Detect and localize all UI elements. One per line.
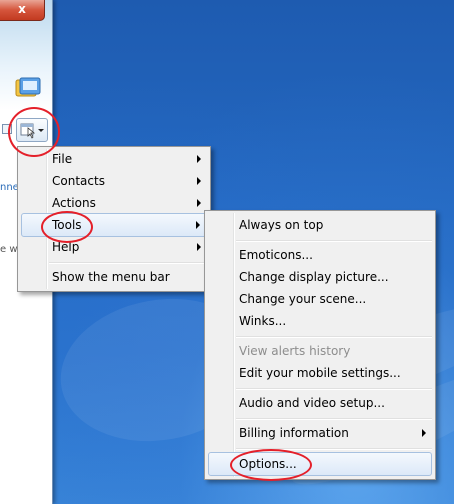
submenu-arrow-icon	[197, 199, 201, 207]
menu-item-view-alerts-history: View alerts history	[208, 340, 432, 362]
menu-item-change-display-picture[interactable]: Change display picture...	[208, 266, 432, 288]
menu-item-label: Show the menu bar	[52, 270, 170, 284]
submenu-arrow-icon	[422, 429, 426, 437]
menu-item-label: Change your scene...	[239, 292, 367, 306]
menu-item-winks[interactable]: Winks...	[208, 310, 432, 332]
menu-item-billing-information[interactable]: Billing information	[208, 422, 432, 444]
menu-item-label: View alerts history	[239, 344, 351, 358]
menu-item-edit-mobile-settings[interactable]: Edit your mobile settings...	[208, 362, 432, 384]
side-text-link[interactable]: nne	[0, 182, 19, 193]
messenger-icon	[14, 76, 42, 100]
menu-item-actions[interactable]: Actions	[21, 192, 207, 214]
menu-item-label: Contacts	[52, 174, 105, 188]
annotation-circle-options	[230, 449, 312, 481]
menu-item-audio-video-setup[interactable]: Audio and video setup...	[208, 392, 432, 414]
menu-separator	[49, 262, 207, 264]
menu-item-label: File	[52, 152, 73, 166]
menu-item-always-on-top[interactable]: Always on top	[208, 214, 432, 236]
menu-separator	[236, 418, 432, 420]
menu-item-emoticons[interactable]: Emoticons...	[208, 244, 432, 266]
menu-item-show-menu-bar[interactable]: Show the menu bar	[21, 266, 207, 288]
submenu-arrow-icon	[196, 221, 200, 229]
menu-separator	[236, 336, 432, 338]
menu-item-label: Always on top	[239, 218, 324, 232]
menu-item-help[interactable]: Help	[21, 236, 207, 258]
menu-separator	[236, 388, 432, 390]
menu-item-label: Winks...	[239, 314, 287, 328]
submenu-arrow-icon	[197, 155, 201, 163]
menu-item-label: Edit your mobile settings...	[239, 366, 401, 380]
submenu-arrow-icon	[197, 243, 201, 251]
submenu-arrow-icon	[197, 177, 201, 185]
menu-item-label: Emoticons...	[239, 248, 313, 262]
menu-item-label: Audio and video setup...	[239, 396, 385, 410]
tools-submenu: Always on top Emoticons... Change displa…	[204, 210, 436, 480]
close-button[interactable]: x	[0, 0, 45, 21]
menu-item-change-scene[interactable]: Change your scene...	[208, 288, 432, 310]
annotation-circle-tools	[41, 211, 93, 243]
annotation-circle-menu-button	[8, 107, 60, 157]
menu-item-label: Change display picture...	[239, 270, 389, 284]
menu-item-contacts[interactable]: Contacts	[21, 170, 207, 192]
close-icon: x	[18, 2, 26, 16]
menu-separator	[236, 240, 432, 242]
menu-item-label: Billing information	[239, 426, 349, 440]
